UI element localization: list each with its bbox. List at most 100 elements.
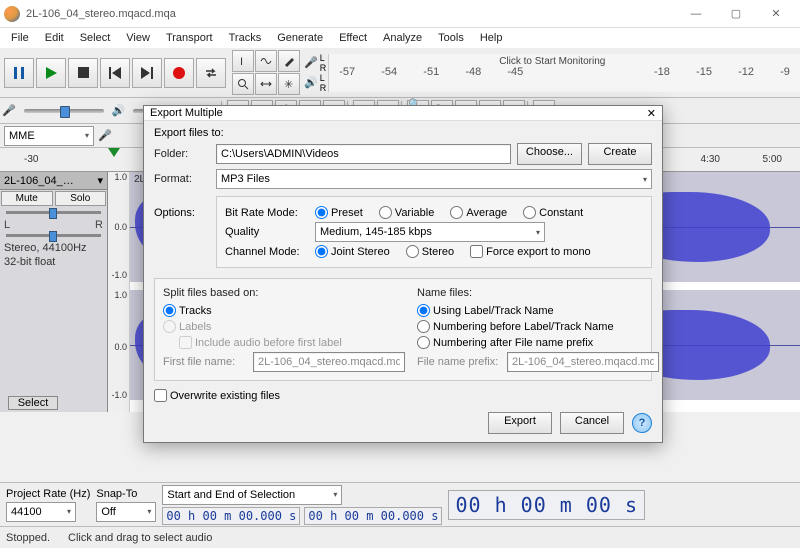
- channel-stereo-radio[interactable]: Stereo: [406, 245, 454, 258]
- bitrate-preset-radio[interactable]: Preset: [315, 206, 363, 219]
- export-button[interactable]: Export: [488, 412, 552, 434]
- menu-file[interactable]: File: [4, 30, 36, 46]
- selection-toolbar: Project Rate (Hz) 44100▾ Snap-To Off▾ St…: [0, 482, 800, 526]
- dialog-close-button[interactable]: ✕: [647, 107, 656, 120]
- split-labels-radio[interactable]: Labels: [163, 320, 395, 333]
- mute-button[interactable]: Mute: [1, 191, 53, 206]
- options-label: Options:: [154, 207, 210, 270]
- draw-tool[interactable]: [278, 50, 300, 72]
- playhead-icon[interactable]: [108, 148, 120, 157]
- pause-button[interactable]: [4, 58, 34, 88]
- maximize-button[interactable]: ▢: [716, 0, 756, 28]
- record-button[interactable]: [164, 58, 194, 88]
- bitrate-constant-radio[interactable]: Constant: [523, 206, 583, 219]
- help-icon[interactable]: ?: [632, 413, 652, 433]
- svg-text:✳: ✳: [284, 79, 293, 90]
- first-file-label: First file name:: [163, 356, 247, 368]
- track-format-text: Stereo, 44100Hz: [4, 241, 103, 255]
- format-label: Format:: [154, 173, 210, 185]
- prefix-label: File name prefix:: [417, 356, 501, 368]
- menu-transport[interactable]: Transport: [159, 30, 220, 46]
- zoom-tool[interactable]: [232, 73, 254, 95]
- status-hint: Click and drag to select audio: [68, 532, 212, 544]
- export-files-to-label: Export files to:: [154, 127, 652, 139]
- status-bar: Stopped. Click and drag to select audio: [0, 526, 800, 548]
- menu-generate[interactable]: Generate: [270, 30, 330, 46]
- gain-slider[interactable]: [6, 211, 101, 214]
- speaker-icon: 🔊: [112, 104, 126, 117]
- menu-bar: File Edit Select View Transport Tracks G…: [0, 28, 800, 48]
- record-meter[interactable]: Click to Start Monitoring -57-54-51-48-4…: [328, 54, 800, 92]
- track-name[interactable]: 2L-106_04_…▾: [0, 172, 107, 190]
- folder-label: Folder:: [154, 148, 210, 160]
- bitrate-average-radio[interactable]: Average: [450, 206, 507, 219]
- format-combo[interactable]: MP3 Files▾: [216, 169, 652, 189]
- project-rate-combo[interactable]: 44100▾: [6, 502, 76, 522]
- track-menu-chevron-icon[interactable]: ▾: [97, 174, 103, 187]
- menu-tools[interactable]: Tools: [431, 30, 471, 46]
- amplitude-scale: 1.00.0-1.0 1.00.0-1.0: [108, 172, 130, 412]
- audio-host-combo[interactable]: MME▾: [4, 126, 94, 146]
- menu-effect[interactable]: Effect: [332, 30, 374, 46]
- menu-select[interactable]: Select: [73, 30, 118, 46]
- menu-analyze[interactable]: Analyze: [376, 30, 429, 46]
- menu-view[interactable]: View: [119, 30, 157, 46]
- svg-text:I: I: [240, 56, 243, 67]
- quality-combo[interactable]: Medium, 145-185 kbps▾: [315, 222, 545, 242]
- selection-start-time[interactable]: 00 h 00 m 00.000 s: [162, 507, 300, 525]
- minimize-button[interactable]: ―: [676, 0, 716, 28]
- skip-end-button[interactable]: [132, 58, 162, 88]
- project-rate-label: Project Rate (Hz): [6, 488, 90, 500]
- channel-mode-label: Channel Mode:: [225, 246, 309, 258]
- play-button[interactable]: [36, 58, 66, 88]
- bitrate-variable-radio[interactable]: Variable: [379, 206, 435, 219]
- window-titlebar: 2L-106_04_stereo.mqacd.mqa ― ▢ ✕: [0, 0, 800, 28]
- speaker-meter-icon: 🔊: [304, 76, 318, 89]
- name-files-header: Name files:: [417, 287, 659, 299]
- split-header: Split files based on:: [163, 287, 405, 299]
- record-volume-slider[interactable]: [24, 109, 104, 113]
- cancel-button[interactable]: Cancel: [560, 412, 624, 434]
- channel-joint-radio[interactable]: Joint Stereo: [315, 245, 390, 258]
- menu-edit[interactable]: Edit: [38, 30, 71, 46]
- create-button[interactable]: Create: [588, 143, 652, 165]
- split-tracks-radio[interactable]: Tracks: [163, 304, 395, 317]
- status-state: Stopped.: [6, 532, 50, 544]
- selection-tool[interactable]: I: [232, 50, 254, 72]
- first-file-input: [253, 352, 405, 372]
- menu-help[interactable]: Help: [473, 30, 510, 46]
- app-icon: [4, 6, 20, 22]
- multi-tool[interactable]: ✳: [278, 73, 300, 95]
- bitrate-mode-label: Bit Rate Mode:: [225, 207, 309, 219]
- mic-icon: 🎤: [98, 129, 112, 142]
- solo-button[interactable]: Solo: [55, 191, 107, 206]
- selection-caption-combo[interactable]: Start and End of Selection▾: [162, 485, 342, 505]
- menu-tracks[interactable]: Tracks: [222, 30, 269, 46]
- export-multiple-dialog: Export Multiple ✕ Export files to: Folde…: [143, 105, 663, 443]
- mic-meter-icon: 🎤: [304, 56, 318, 69]
- choose-button[interactable]: Choose...: [517, 143, 582, 165]
- selection-end-time[interactable]: 00 h 00 m 00.000 s: [304, 507, 442, 525]
- skip-start-button[interactable]: [100, 58, 130, 88]
- force-mono-check[interactable]: Force export to mono: [470, 245, 591, 258]
- name-numbefore-radio[interactable]: Numbering before Label/Track Name: [417, 320, 649, 333]
- snap-to-label: Snap-To: [96, 488, 156, 500]
- stop-button[interactable]: [68, 58, 98, 88]
- loop-button[interactable]: [196, 58, 226, 88]
- timeshift-tool[interactable]: [255, 73, 277, 95]
- include-audio-check[interactable]: Include audio before first label: [179, 336, 395, 349]
- track-bitdepth-text: 32-bit float: [4, 255, 103, 269]
- mic-icon: 🎤: [2, 104, 16, 117]
- transport-toolbar: [0, 54, 230, 92]
- audio-position-display[interactable]: 00 h 00 m 00 s: [448, 490, 645, 520]
- envelope-tool[interactable]: [255, 50, 277, 72]
- track-select-button[interactable]: Select: [8, 396, 58, 410]
- close-button[interactable]: ✕: [756, 0, 796, 28]
- prefix-input: [507, 352, 659, 372]
- name-label-radio[interactable]: Using Label/Track Name: [417, 304, 649, 317]
- folder-input[interactable]: [216, 144, 511, 164]
- pan-slider[interactable]: [6, 234, 101, 237]
- overwrite-check[interactable]: Overwrite existing files: [154, 389, 642, 402]
- snap-to-combo[interactable]: Off▾: [96, 502, 156, 522]
- name-numafter-radio[interactable]: Numbering after File name prefix: [417, 336, 649, 349]
